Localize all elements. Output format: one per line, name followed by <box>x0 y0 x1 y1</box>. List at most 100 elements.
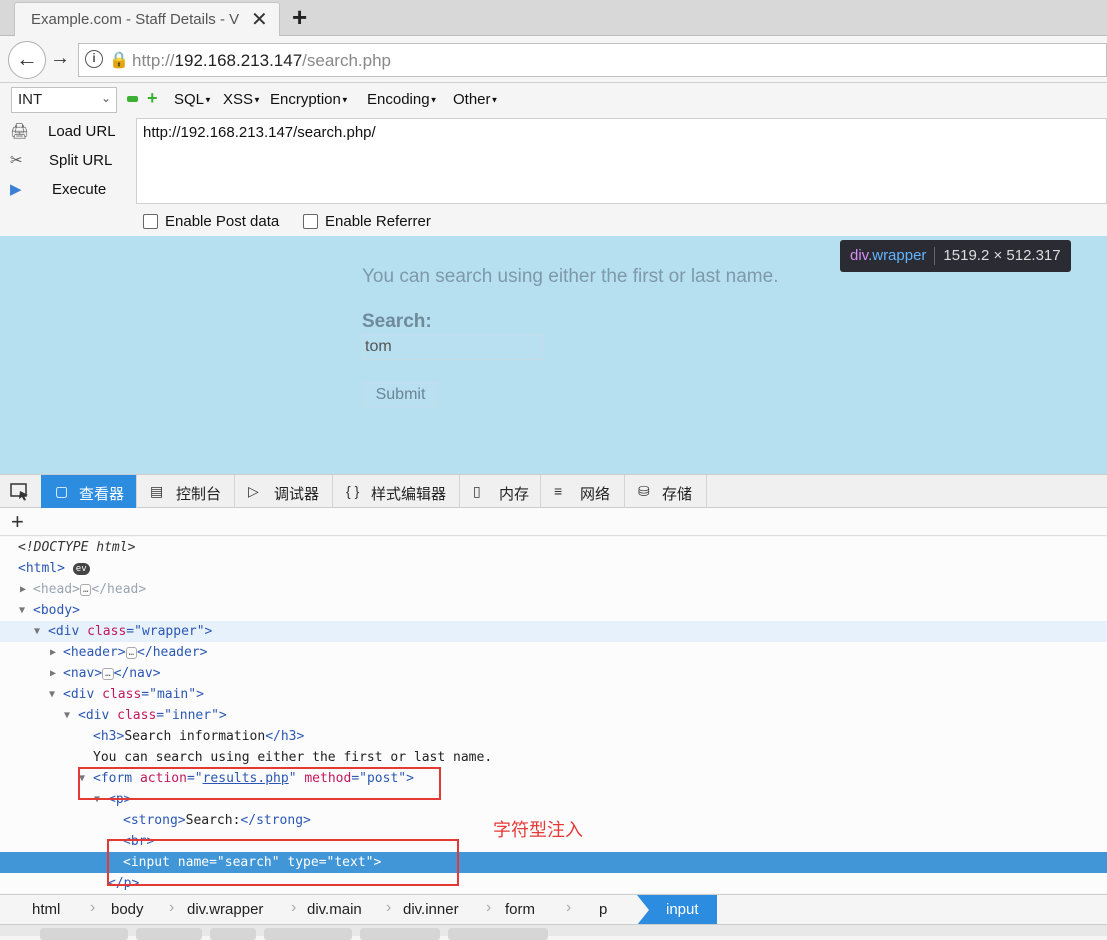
breadcrumb-separator-icon: › <box>486 899 492 916</box>
new-tab-button[interactable]: + <box>292 2 307 33</box>
breadcrumb: html › body › div.wrapper › div.main › d… <box>0 894 1107 925</box>
select-value: INT <box>18 91 43 108</box>
submit-button[interactable]: Submit <box>363 382 438 407</box>
minus-icon[interactable] <box>127 96 138 102</box>
menu-encryption[interactable]: Encryption▼ <box>270 91 349 108</box>
menu-xss[interactable]: XSS▼ <box>223 91 261 108</box>
tab-close-icon[interactable]: ✕ <box>251 7 268 32</box>
network-icon: ≡ <box>554 483 563 499</box>
devtools-tab-bar: ▢ 查看器 ▤ 控制台 ▷ 调试器 { } 样式编辑器 ▯ 内存 ≡ 网络 ⛁ … <box>0 474 1107 508</box>
search-label: Search: <box>362 311 432 332</box>
tab-title: Example.com - Staff Details - V <box>31 11 240 28</box>
breadcrumb-item[interactable]: body <box>111 901 144 918</box>
collapse-arrow-icon[interactable]: ▼ <box>64 705 70 726</box>
browser-tab-strip: Example.com - Staff Details - V ✕ + <box>0 0 1107 36</box>
markup-line[interactable]: ▼ <div class="wrapper"> <box>0 621 1107 642</box>
toolbar-pill[interactable] <box>136 928 202 940</box>
inspector-tooltip: div.wrapper 1519.2 × 512.317 <box>840 240 1071 272</box>
bottom-toolbar <box>0 924 1107 940</box>
breadcrumb-separator-icon: › <box>566 899 572 916</box>
tab-debugger[interactable]: ▷ 调试器 <box>236 475 333 508</box>
address-bar[interactable]: i 🔒 http://192.168.213.147/search.php <box>78 43 1107 77</box>
markup-line[interactable]: <!DOCTYPE html> <box>0 537 1107 558</box>
insecure-lock-icon[interactable]: 🔒 <box>109 50 129 70</box>
menu-other[interactable]: Other▼ <box>453 91 498 108</box>
breadcrumb-item[interactable]: p <box>599 901 607 918</box>
markup-line[interactable]: ▼ <div class="main"> <box>0 684 1107 705</box>
breadcrumb-item[interactable]: div.inner <box>403 901 459 918</box>
toolbar-pill[interactable] <box>448 928 548 940</box>
console-icon: ▤ <box>150 483 164 499</box>
collapse-arrow-icon[interactable]: ▼ <box>49 684 55 705</box>
markup-line[interactable]: ▶ <header>… </header> <box>0 642 1107 663</box>
markup-line[interactable]: <html> ev <box>0 558 1107 579</box>
breadcrumb-separator-icon: › <box>386 899 392 916</box>
split-url-button[interactable]: ✂ Split URL <box>10 149 130 175</box>
tab-memory[interactable]: ▯ 内存 <box>461 475 541 508</box>
style-editor-icon: { } <box>346 483 360 499</box>
tab-storage[interactable]: ⛁ 存储 <box>626 475 707 508</box>
hackbar-toolbar: INT ⌄ + SQL▼ XSS▼ Encryption▼ Encoding▼ … <box>0 84 1107 118</box>
checkbox-box[interactable] <box>303 214 318 229</box>
expand-arrow-icon[interactable]: ▶ <box>50 642 56 663</box>
collapse-arrow-icon[interactable]: ▼ <box>34 621 40 642</box>
checkbox-box[interactable] <box>143 214 158 229</box>
execute-button[interactable]: ▶ Execute <box>10 178 130 204</box>
markup-line[interactable]: ▶ <head>… </head> <box>0 579 1107 600</box>
storage-icon: ⛁ <box>638 483 650 499</box>
hackbar-type-select[interactable]: INT ⌄ <box>11 87 117 113</box>
breadcrumb-item[interactable]: html <box>32 901 60 918</box>
annotation-text: 字符型注入 <box>493 820 583 841</box>
toolbar-pill[interactable] <box>360 928 440 940</box>
search-hint-text: You can search using either the first or… <box>362 266 779 287</box>
hackbar-url-textarea[interactable]: http://192.168.213.147/search.php/ <box>136 118 1107 204</box>
markup-line[interactable]: ▶ <nav>… </nav> <box>0 663 1107 684</box>
annotation-box-form <box>78 767 441 800</box>
browser-tab[interactable]: Example.com - Staff Details - V ✕ <box>14 2 280 36</box>
add-node-icon[interactable]: + <box>11 509 24 535</box>
annotation-box-input <box>107 839 459 886</box>
chevron-down-icon: ⌄ <box>100 91 111 105</box>
markup-line[interactable]: You can search using either the first or… <box>0 747 1107 768</box>
expand-arrow-icon[interactable]: ▶ <box>50 663 56 684</box>
toolbar-pill[interactable] <box>40 928 128 940</box>
breadcrumb-separator-icon: › <box>169 899 175 916</box>
plus-icon[interactable]: + <box>147 89 158 107</box>
markup-line[interactable]: ▼ <div class="inner"> <box>0 705 1107 726</box>
toolbar-pill[interactable] <box>264 928 352 940</box>
load-url-icon: 🖨 <box>10 123 30 140</box>
breadcrumb-separator-icon: › <box>90 899 96 916</box>
breadcrumb-item[interactable]: div.wrapper <box>187 901 263 918</box>
tab-style-editor[interactable]: { } 样式编辑器 <box>334 475 460 508</box>
element-picker-icon[interactable] <box>10 483 30 501</box>
markup-line[interactable]: <h3>Search information</h3> <box>0 726 1107 747</box>
page-viewport: You can search using either the first or… <box>0 236 1107 474</box>
search-input[interactable]: tom <box>362 334 543 360</box>
hackbar-side-panel: 🖨 Load URL ✂ Split URL ▶ Execute <box>0 118 136 236</box>
expand-arrow-icon[interactable]: ▶ <box>20 579 26 600</box>
url-scheme: http:// <box>132 51 175 70</box>
tab-inspector[interactable]: ▢ 查看器 <box>41 475 137 508</box>
back-button[interactable]: ← <box>8 41 46 79</box>
breadcrumb-item[interactable]: form <box>505 901 535 918</box>
url-host: 192.168.213.147 <box>174 51 303 70</box>
tab-network[interactable]: ≡ 网络 <box>542 475 625 508</box>
inspector-icon: ▢ <box>55 483 69 499</box>
load-url-button[interactable]: 🖨 Load URL <box>10 120 130 146</box>
markup-line[interactable]: ▼ <body> <box>0 600 1107 621</box>
collapse-arrow-icon[interactable]: ▼ <box>19 600 25 621</box>
address-text[interactable]: http://192.168.213.147/search.php <box>132 51 391 71</box>
toolbar-pill[interactable] <box>210 928 256 940</box>
breadcrumb-item[interactable]: div.main <box>307 901 362 918</box>
menu-encoding[interactable]: Encoding▼ <box>367 91 437 108</box>
memory-icon: ▯ <box>473 483 481 499</box>
event-badge[interactable]: ev <box>72 562 90 575</box>
breadcrumb-item-active[interactable]: input <box>637 895 717 925</box>
split-url-icon: ✂ <box>10 152 23 169</box>
menu-sql[interactable]: SQL▼ <box>174 91 212 108</box>
info-icon[interactable]: i <box>85 50 103 68</box>
back-arrow-icon: ← <box>16 46 38 71</box>
debugger-icon: ▷ <box>248 483 259 499</box>
forward-arrow-icon[interactable]: → <box>50 47 70 70</box>
tab-console[interactable]: ▤ 控制台 <box>138 475 235 508</box>
